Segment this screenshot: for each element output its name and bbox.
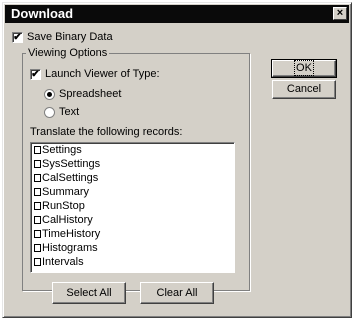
radio-spreadsheet[interactable] <box>44 89 55 100</box>
list-item[interactable]: Intervals <box>34 256 84 269</box>
list-item[interactable]: Settings <box>34 144 82 157</box>
radio-text[interactable] <box>44 107 55 118</box>
checkbox-icon[interactable] <box>34 258 41 266</box>
list-item[interactable]: Histograms <box>34 242 98 255</box>
viewing-options-label: Viewing Options <box>26 47 110 59</box>
checkbox-icon[interactable] <box>34 244 41 252</box>
checkbox-icon[interactable] <box>34 188 41 196</box>
list-item[interactable]: SysSettings <box>34 158 100 171</box>
save-binary-label[interactable]: Save Binary Data <box>27 31 113 44</box>
checkbox-icon[interactable] <box>34 230 41 238</box>
checkbox-icon[interactable] <box>34 146 41 154</box>
checkbox-icon[interactable] <box>34 174 41 182</box>
title-bar[interactable]: Download × <box>5 5 349 23</box>
list-item[interactable]: RunStop <box>34 200 85 213</box>
checkbox-icon[interactable] <box>34 202 41 210</box>
translate-records-label: Translate the following records: <box>30 126 183 138</box>
radio-selected-dot <box>47 92 52 97</box>
ok-button[interactable]: OK <box>271 59 337 78</box>
close-button[interactable]: × <box>333 7 347 20</box>
checkbox-icon[interactable] <box>34 160 41 168</box>
save-binary-checkbox[interactable]: ✔ <box>12 32 23 43</box>
list-item[interactable]: TimeHistory <box>34 228 100 241</box>
clear-all-button[interactable]: Clear All <box>140 282 214 304</box>
records-listbox[interactable]: Settings SysSettings CalSettings Summary… <box>30 142 235 273</box>
list-item[interactable]: CalSettings <box>34 172 98 185</box>
launch-viewer-label[interactable]: Launch Viewer of Type: <box>45 68 160 81</box>
launch-viewer-checkbox[interactable]: ✔ <box>30 69 41 80</box>
list-item[interactable]: CalHistory <box>34 214 93 227</box>
window-title: Download <box>11 6 74 21</box>
cancel-button[interactable]: Cancel <box>272 80 336 99</box>
select-all-button[interactable]: Select All <box>52 282 126 304</box>
radio-spreadsheet-label[interactable]: Spreadsheet <box>59 88 121 101</box>
radio-text-label[interactable]: Text <box>59 106 79 119</box>
checkbox-icon[interactable] <box>34 216 41 224</box>
list-item[interactable]: Summary <box>34 186 89 199</box>
